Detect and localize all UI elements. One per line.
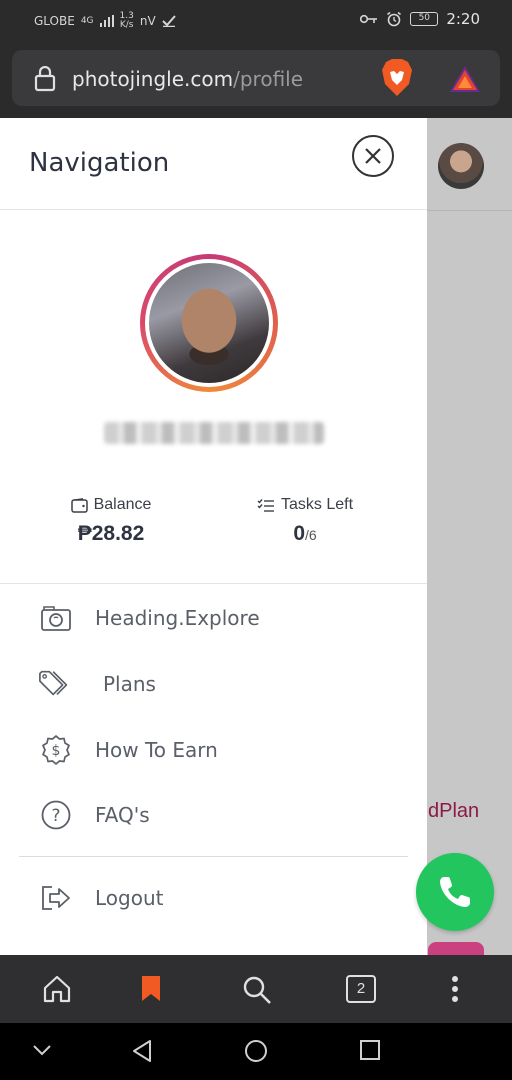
bookmark-button[interactable] — [140, 975, 162, 1008]
home-icon — [43, 975, 71, 1003]
chevron-down-icon — [33, 1045, 51, 1056]
tasks-label: Tasks Left — [280, 496, 354, 513]
tabs-button[interactable]: 2 — [346, 975, 376, 1003]
username-blurred — [104, 422, 324, 444]
battery-icon: 50 — [410, 12, 439, 26]
close-icon — [365, 148, 381, 164]
menu-divider — [19, 856, 408, 857]
more-vert-icon — [452, 976, 458, 1002]
carrier-label: GLOBE — [34, 14, 75, 28]
balance-label: Balance — [93, 496, 152, 513]
search-icon — [243, 976, 271, 1004]
browser-toolbar: photojingle.com/profile — [0, 40, 512, 118]
home-circle-icon — [245, 1040, 267, 1062]
tasks-stat: Tasks Left 0/6 — [220, 496, 390, 546]
menu-label-how-to-earn: How To Earn — [95, 738, 218, 762]
menu-item-logout[interactable]: Logout — [38, 882, 163, 914]
brave-shields-icon[interactable] — [380, 58, 414, 98]
question-icon: ? — [38, 799, 74, 831]
page-header-divider — [426, 210, 512, 211]
back-triangle-icon — [133, 1040, 151, 1062]
tasks-total: /6 — [305, 527, 317, 543]
clock: 2:20 — [446, 10, 480, 28]
checklist-icon — [257, 498, 274, 512]
svg-text:?: ? — [51, 806, 60, 826]
nv-label: nV — [139, 14, 156, 28]
alarm-icon — [387, 11, 402, 27]
phone-icon — [440, 877, 470, 907]
profile-avatar[interactable] — [140, 254, 278, 392]
whatsapp-button[interactable] — [416, 853, 494, 931]
menu-item-plans[interactable]: Plans — [38, 668, 156, 700]
logout-icon — [38, 882, 74, 914]
menu-button[interactable] — [450, 975, 460, 1008]
svg-text:$: $ — [52, 743, 61, 759]
menu-item-explore[interactable]: Heading.Explore — [38, 602, 260, 634]
address-bar[interactable]: photojingle.com/profile — [12, 50, 500, 106]
key-icon — [360, 14, 378, 24]
lock-icon[interactable] — [34, 66, 56, 92]
menu-label-explore: Heading.Explore — [95, 606, 260, 630]
signal-icon — [99, 15, 114, 27]
tags-icon — [38, 668, 74, 700]
status-left: GLOBE 4G 1.3 K/s nV — [34, 12, 176, 30]
recents-square-icon — [360, 1040, 380, 1060]
navigation-drawer: Navigation Balance ₱28.82 Tasks Left 0/6… — [0, 118, 427, 955]
avatar-frame — [145, 259, 273, 387]
home-button[interactable] — [42, 975, 72, 1008]
balance-value: ₱28.82 — [77, 522, 145, 545]
nav-back-button[interactable] — [131, 1039, 153, 1068]
camera-icon — [38, 602, 74, 634]
url-path: /profile — [233, 67, 304, 91]
drawer-title: Navigation — [29, 148, 170, 178]
menu-item-faqs[interactable]: ? FAQ's — [38, 799, 150, 831]
page-pink-button[interactable] — [428, 942, 484, 956]
nav-collapse-button[interactable] — [32, 1043, 52, 1061]
speed-readout: 1.3 K/s — [120, 12, 134, 30]
network-label: 4G — [80, 16, 94, 26]
nav-home-button[interactable] — [244, 1039, 268, 1068]
menu-item-how-to-earn[interactable]: $ How To Earn — [38, 734, 218, 766]
tasks-label-row: Tasks Left — [220, 496, 390, 514]
status-bar: GLOBE 4G 1.3 K/s nV 50 2:20 — [0, 0, 512, 40]
page-avatar[interactable] — [438, 143, 484, 189]
tab-count: 2 — [346, 975, 376, 1003]
tasks-value: 0/6 — [220, 522, 390, 546]
status-right: 50 2:20 — [360, 10, 480, 28]
drawer-header-divider — [0, 209, 427, 210]
brave-rewards-icon[interactable] — [448, 64, 482, 94]
menu-label-plans: Plans — [103, 672, 156, 696]
balance-stat: Balance ₱28.82 — [26, 496, 196, 546]
tasks-done: 0 — [293, 522, 305, 545]
url-text[interactable]: photojingle.com/profile — [72, 67, 303, 91]
android-nav-bar — [0, 1023, 512, 1080]
browser-bottom-bar: 2 — [0, 955, 512, 1023]
close-button[interactable] — [352, 135, 394, 177]
nav-recents-button[interactable] — [359, 1039, 381, 1066]
menu-label-faqs: FAQ's — [95, 803, 150, 827]
search-button[interactable] — [242, 975, 272, 1010]
url-domain: photojingle.com — [72, 67, 234, 91]
download-done-icon — [161, 15, 176, 27]
balance-label-row: Balance — [26, 496, 196, 514]
dollar-badge-icon: $ — [38, 734, 74, 766]
wallet-icon — [70, 497, 88, 513]
speed-unit: K/s — [119, 20, 134, 30]
menu-label-logout: Logout — [95, 886, 164, 910]
bookmark-icon — [142, 976, 160, 1001]
page-partial-text: dPlan — [428, 800, 480, 822]
stats-divider — [0, 583, 427, 584]
avatar-photo — [149, 263, 269, 383]
